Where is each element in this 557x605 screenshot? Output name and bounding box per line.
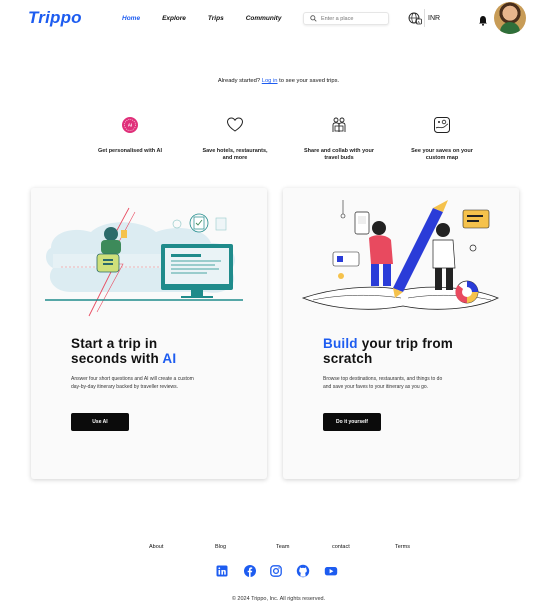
footer-link-terms[interactable]: Terms <box>395 544 410 550</box>
nav-community[interactable]: Community <box>246 15 282 22</box>
card-ai-description: Answer four short questions and AI will … <box>71 376 194 390</box>
use-ai-button[interactable]: Use AI <box>71 413 129 431</box>
card-build-trip: Build your trip from scratch Browse top … <box>283 188 519 479</box>
card-ai-title-highlight: AI <box>162 351 177 366</box>
copyright: © 2024 Trippo, Inc. All rights reserved. <box>231 596 326 602</box>
currency-selector[interactable]: INR <box>428 15 440 22</box>
feature-ai-text: Get personalised with AI <box>98 148 162 154</box>
globe-language-icon[interactable]: A <box>408 11 422 25</box>
login-link[interactable]: Log in <box>262 78 278 84</box>
search-icon <box>307 13 319 25</box>
footer-link-team[interactable]: Team <box>276 544 289 550</box>
card-ai-title: Start a trip in seconds with AI <box>71 336 176 366</box>
feature-map: See your saves on your custom map <box>407 116 477 162</box>
footer-link-contact[interactable]: contact <box>332 544 350 550</box>
heart-icon <box>226 117 244 132</box>
user-avatar[interactable] <box>494 2 526 34</box>
card-build-title-highlight: Build <box>323 336 358 351</box>
github-icon[interactable] <box>296 564 310 578</box>
build-trip-illustration <box>283 188 519 328</box>
card-ai-title-line2: seconds with <box>71 351 163 366</box>
feature-share: Share and collab with your travel buds <box>304 116 374 162</box>
svg-text:AI: AI <box>128 123 133 128</box>
linkedin-icon[interactable] <box>215 564 229 578</box>
card-ai-trip: Start a trip in seconds with AI Answer f… <box>31 188 267 479</box>
header-divider <box>424 9 425 27</box>
card-build-title-line1: your trip from <box>357 336 454 351</box>
people-collab-icon <box>332 117 346 132</box>
login-prompt: Already started? Log in to see your save… <box>0 78 557 84</box>
card-build-title-line2: scratch <box>323 351 373 366</box>
facebook-icon[interactable] <box>243 564 257 578</box>
feature-map-text: See your saves on your custom map <box>411 148 473 161</box>
ai-trip-illustration <box>31 188 267 328</box>
card-build-description: Browse top destinations, restaurants, an… <box>323 376 443 390</box>
search-box[interactable] <box>303 12 389 25</box>
bell-icon[interactable] <box>478 13 488 26</box>
login-prompt-prefix: Already started? <box>217 78 261 84</box>
card-ai-title-line1: Start a trip in <box>71 336 158 351</box>
feature-ai: AI Get personalised with AI <box>95 116 165 155</box>
main-nav: Home Explore Trips Community <box>122 15 303 22</box>
login-prompt-suffix: to see your saved trips. <box>279 78 340 84</box>
footer-links: About Blog Team contact Terms <box>0 544 557 552</box>
logo[interactable]: Trippo <box>28 8 82 28</box>
instagram-icon[interactable] <box>269 564 283 578</box>
nav-explore[interactable]: Explore <box>162 15 186 22</box>
social-icons <box>0 564 557 578</box>
do-it-yourself-button[interactable]: Do it yourself <box>323 413 381 431</box>
map-icon <box>434 117 450 133</box>
nav-home[interactable]: Home <box>122 15 140 22</box>
feature-save: Save hotels, restaurants, and more <box>200 116 270 162</box>
nav-trips[interactable]: Trips <box>208 15 224 22</box>
feature-save-text: Save hotels, restaurants, and more <box>202 148 268 161</box>
footer-link-blog[interactable]: Blog <box>215 544 226 550</box>
header: Trippo Home Explore Trips Community A IN… <box>0 0 557 38</box>
ai-badge-icon: AI <box>122 117 138 133</box>
card-build-title: Build your trip from scratch <box>323 336 453 366</box>
search-input[interactable] <box>319 15 383 22</box>
feature-share-text: Share and collab with your travel buds <box>304 148 374 161</box>
youtube-icon[interactable] <box>324 564 338 578</box>
footer-link-about[interactable]: About <box>149 544 163 550</box>
